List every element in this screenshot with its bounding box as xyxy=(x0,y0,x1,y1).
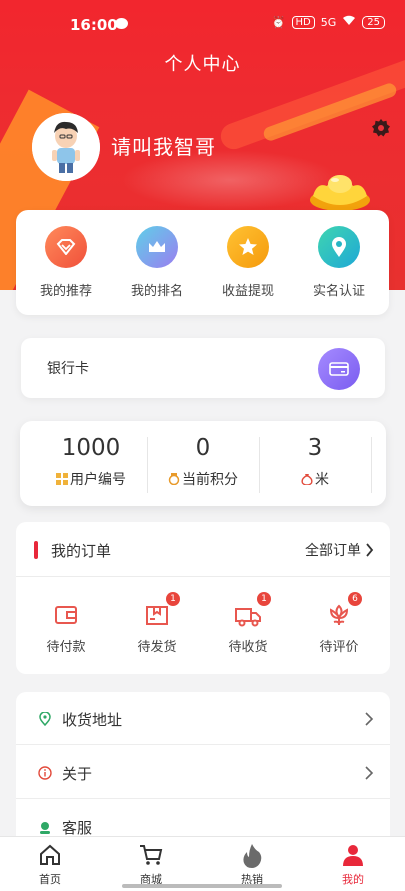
stat-value: 0 xyxy=(195,435,211,461)
diamond-icon xyxy=(45,226,87,268)
bank-card-label: 银行卡 xyxy=(47,361,89,377)
stats-card: 1000 用户编号 0 当前积分 3 米 xyxy=(20,421,386,506)
quick-item-label: 我的推荐 xyxy=(39,284,92,299)
tab-label: 首页 xyxy=(39,873,61,886)
list-item-label: 客服 xyxy=(62,819,93,837)
headset-icon xyxy=(38,819,52,834)
divider xyxy=(16,576,390,577)
order-label: 待收货 xyxy=(228,640,268,655)
orders-title: 我的订单 xyxy=(51,542,112,560)
order-pending-receipt[interactable]: 1 待收货 xyxy=(203,592,293,655)
stat-label: 当前积分 xyxy=(182,472,238,488)
order-pending-review[interactable]: 6 待评价 xyxy=(294,592,384,655)
settings-gear-icon[interactable] xyxy=(371,118,391,138)
quick-menu-card: 我的推荐 我的排名 收益提现 实名认证 xyxy=(16,210,389,315)
quick-item-label: 实名认证 xyxy=(312,284,365,299)
order-pending-shipment[interactable]: 1 待发货 xyxy=(112,592,202,655)
settings-list: 收货地址 关于 客服 xyxy=(16,692,390,852)
wechat-icon xyxy=(115,18,128,29)
card-icon xyxy=(318,348,360,390)
stat-label: 米 xyxy=(315,472,329,488)
quick-item-withdraw[interactable]: 收益提现 xyxy=(206,226,290,299)
order-label: 待评价 xyxy=(319,640,359,655)
quick-item-ranking[interactable]: 我的排名 xyxy=(115,226,199,299)
bottom-tab-bar: 首页 商城 热销 我的 xyxy=(0,836,405,891)
chevron-right-icon xyxy=(364,711,374,726)
cart-icon xyxy=(139,843,163,867)
wallet-icon xyxy=(51,600,81,630)
chevron-right-icon xyxy=(364,765,374,780)
quick-item-label: 收益提现 xyxy=(221,284,274,299)
tab-home[interactable]: 首页 xyxy=(20,843,80,887)
money-bag-icon xyxy=(301,473,313,486)
bank-card-row[interactable]: 银行卡 xyxy=(21,338,385,398)
list-item-about[interactable]: 关于 xyxy=(16,746,390,799)
all-orders-label: 全部订单 xyxy=(305,543,361,559)
orders-card: 我的订单 全部订单 待付款 1 待发货 1 待收货 6 待评价 xyxy=(16,522,390,674)
section-accent-bar xyxy=(34,541,38,559)
order-badge: 6 xyxy=(348,592,362,606)
home-indicator xyxy=(122,884,282,888)
location-icon xyxy=(38,711,52,727)
order-label: 待付款 xyxy=(46,640,86,655)
page-title: 个人中心 xyxy=(164,54,241,75)
location-pin-icon xyxy=(318,226,360,268)
stat-label: 用户编号 xyxy=(70,472,126,488)
user-icon xyxy=(341,843,365,867)
stat-meters: 3 米 xyxy=(260,435,370,489)
chevron-right-icon xyxy=(366,543,374,557)
quick-item-verify[interactable]: 实名认证 xyxy=(297,226,381,299)
tab-hot-sale[interactable]: 热销 xyxy=(222,843,282,887)
network-label: 5G xyxy=(320,15,337,29)
tab-mine[interactable]: 我的 xyxy=(323,843,383,887)
gold-ingot-icon xyxy=(305,160,375,215)
order-label: 待发货 xyxy=(137,640,177,655)
flame-icon xyxy=(240,843,264,868)
status-indicators: ⏰ HD 5G 25 xyxy=(272,15,385,29)
quick-item-recommend[interactable]: 我的推荐 xyxy=(24,226,108,299)
stat-value: 3 xyxy=(307,435,323,461)
avatar[interactable] xyxy=(32,113,100,181)
quick-item-label: 我的排名 xyxy=(130,284,183,299)
crown-icon xyxy=(136,226,178,268)
order-badge: 1 xyxy=(166,592,180,606)
stat-points: 0 当前积分 xyxy=(148,435,258,489)
status-bar: 16:00 ⏰ HD 5G 25 xyxy=(0,0,405,48)
tab-label: 我的 xyxy=(342,873,364,886)
hd-badge: HD xyxy=(291,15,315,29)
battery-indicator: 25 xyxy=(362,15,385,29)
info-icon xyxy=(38,765,52,780)
medal-icon xyxy=(168,473,180,486)
order-pending-payment[interactable]: 待付款 xyxy=(21,600,111,655)
order-badge: 1 xyxy=(257,592,271,606)
avatar-illustration xyxy=(32,113,100,181)
stat-user-id: 1000 用户编号 xyxy=(36,435,146,489)
divider xyxy=(371,437,372,493)
list-item-shipping-address[interactable]: 收货地址 xyxy=(16,692,390,745)
all-orders-link[interactable]: 全部订单 xyxy=(305,540,374,560)
list-item-label: 收货地址 xyxy=(62,711,123,729)
truck-icon: 1 xyxy=(233,592,271,630)
star-icon xyxy=(227,226,269,268)
flower-icon: 6 xyxy=(324,592,362,630)
package-icon: 1 xyxy=(142,592,180,630)
status-time: 16:00 xyxy=(70,16,118,34)
tab-shop[interactable]: 商城 xyxy=(121,843,181,887)
stat-value: 1000 xyxy=(61,435,121,461)
grid-icon xyxy=(56,473,68,485)
username[interactable]: 请叫我智哥 xyxy=(111,131,216,160)
list-item-label: 关于 xyxy=(62,765,93,783)
home-icon xyxy=(38,843,62,867)
wifi-icon xyxy=(342,15,356,29)
alarm-icon: ⏰ xyxy=(271,15,286,29)
